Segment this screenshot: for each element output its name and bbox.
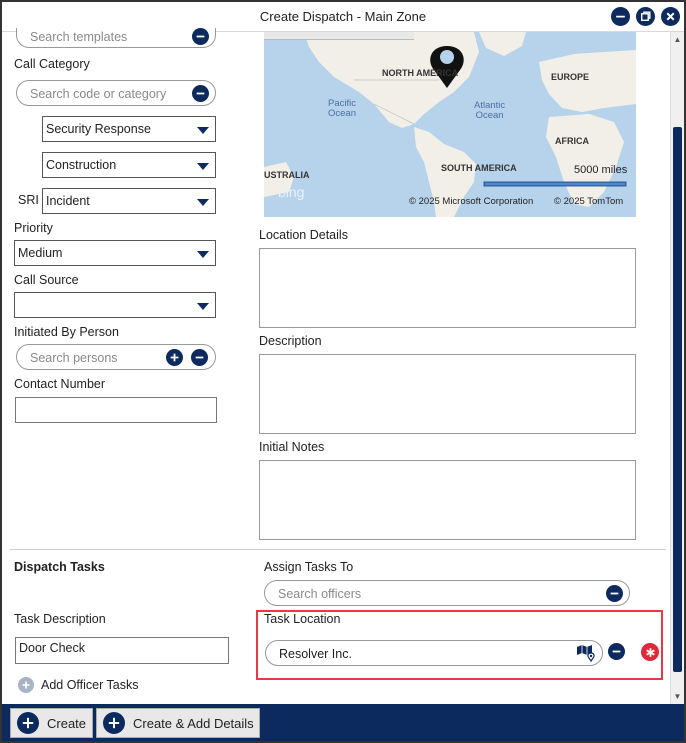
task-description-value: Door Check xyxy=(19,641,85,655)
search-persons-input[interactable]: Search persons xyxy=(16,344,216,370)
close-button[interactable] xyxy=(661,7,680,26)
map-label-australia: USTRALIA xyxy=(264,170,310,180)
call-source-label: Call Source xyxy=(14,273,79,287)
minus-icon xyxy=(196,35,205,38)
call-category-label: Call Category xyxy=(14,57,90,71)
create-button-label: Create xyxy=(47,715,87,731)
plus-icon xyxy=(170,353,179,362)
task-description-label: Task Description xyxy=(14,612,106,626)
bing-logo-text: bing xyxy=(278,184,305,200)
category-select-1[interactable]: Security Response xyxy=(42,116,216,142)
initial-notes-field[interactable] xyxy=(259,460,636,540)
location-details-label: Location Details xyxy=(259,228,348,242)
minimize-button[interactable] xyxy=(611,7,630,26)
contact-number-label: Contact Number xyxy=(14,377,106,391)
sri-label: SRI xyxy=(18,193,39,207)
minus-icon xyxy=(610,592,619,595)
priority-select[interactable]: Medium xyxy=(14,240,216,266)
map-label-africa: AFRICA xyxy=(555,136,589,146)
chevron-down-icon xyxy=(197,303,209,310)
priority-label: Priority xyxy=(14,221,53,235)
map-scale-label: 5000 miles xyxy=(574,164,628,176)
contact-number-field[interactable] xyxy=(15,397,217,423)
dispatch-tasks-title: Dispatch Tasks xyxy=(14,560,105,574)
chevron-down-icon xyxy=(197,199,209,206)
call-category-search-input[interactable]: Search code or category xyxy=(16,80,216,106)
required-icon xyxy=(641,643,659,661)
map-copyright-microsoft: © 2025 Microsoft Corporation xyxy=(409,196,534,207)
assign-tasks-label: Assign Tasks To xyxy=(264,560,354,574)
create-button[interactable]: Create xyxy=(10,708,93,738)
chevron-down-icon xyxy=(197,163,209,170)
category-select-2-value: Construction xyxy=(46,158,117,172)
task-description-field[interactable]: Door Check xyxy=(15,637,229,664)
minimize-icon xyxy=(616,15,625,18)
minus-icon xyxy=(196,92,205,95)
restore-button[interactable] xyxy=(636,7,655,26)
map-label-europe: EUROPE xyxy=(551,72,590,82)
search-persons-placeholder: Search persons xyxy=(30,351,118,365)
add-officer-tasks-link[interactable]: Add Officer Tasks xyxy=(18,677,139,693)
add-officer-tasks-label: Add Officer Tasks xyxy=(41,678,139,692)
search-officers-input[interactable]: Search officers xyxy=(264,580,630,606)
map-view[interactable]: NORTH AMERICA EUROPE Pacific Ocean Atlan… xyxy=(264,32,636,217)
section-divider xyxy=(10,549,666,550)
category-select-2[interactable]: Construction xyxy=(42,152,216,178)
remove-task-location-button[interactable] xyxy=(608,643,625,660)
close-icon xyxy=(666,12,675,21)
map-label-south-america: SOUTH AMERICA xyxy=(441,163,517,173)
create-add-details-label: Create & Add Details xyxy=(133,715,254,731)
map-toolbar-edge xyxy=(264,32,414,40)
plus-icon xyxy=(103,712,125,734)
create-add-details-button[interactable]: Create & Add Details xyxy=(96,708,260,738)
remove-template-button[interactable] xyxy=(192,28,209,45)
remove-category-button[interactable] xyxy=(192,85,209,102)
call-source-select[interactable] xyxy=(14,292,216,318)
scrollbar-thumb[interactable] xyxy=(673,127,682,672)
map-label-pacific: Pacific Ocean xyxy=(328,98,356,119)
remove-officer-button[interactable] xyxy=(606,585,623,602)
sri-value: Incident xyxy=(46,194,90,208)
add-person-button[interactable] xyxy=(166,349,183,366)
minus-icon xyxy=(612,650,621,653)
search-templates-input[interactable]: Search templates xyxy=(16,28,216,48)
task-location-value: Resolver Inc. xyxy=(279,647,352,661)
remove-person-button[interactable] xyxy=(191,349,208,366)
bing-logo: bing xyxy=(278,184,304,200)
scroll-up-icon[interactable]: ▲ xyxy=(673,35,682,44)
restore-icon xyxy=(641,11,651,21)
footer-bar: Create Create & Add Details xyxy=(2,704,684,741)
map-location-icon[interactable] xyxy=(576,644,596,663)
map-label-north-america: NORTH AMERICA xyxy=(382,68,459,78)
window-title: Create Dispatch - Main Zone xyxy=(259,9,427,24)
search-templates-placeholder: Search templates xyxy=(30,30,128,44)
search-officers-placeholder: Search officers xyxy=(278,587,362,601)
chevron-down-icon xyxy=(197,251,209,258)
sri-select[interactable]: Incident xyxy=(42,188,216,214)
task-location-label: Task Location xyxy=(264,612,341,626)
vertical-scrollbar[interactable]: ▲ ▼ xyxy=(670,32,684,704)
category-select-1-value: Security Response xyxy=(46,122,151,136)
initial-notes-label: Initial Notes xyxy=(259,440,325,454)
map-copyright-tomtom: © 2025 TomTom xyxy=(554,196,624,207)
plus-icon xyxy=(17,712,39,734)
chevron-down-icon xyxy=(197,127,209,134)
minus-icon xyxy=(195,356,204,359)
description-label: Description xyxy=(259,334,322,348)
description-field[interactable] xyxy=(259,354,636,434)
call-category-placeholder: Search code or category xyxy=(30,87,167,101)
task-location-input[interactable]: Resolver Inc. xyxy=(265,640,603,666)
plus-icon xyxy=(18,677,34,693)
map-label-atlantic: Atlantic Ocean xyxy=(474,100,506,121)
world-map xyxy=(264,32,636,217)
location-details-field[interactable] xyxy=(259,248,636,328)
scroll-down-icon[interactable]: ▼ xyxy=(673,692,682,701)
priority-value: Medium xyxy=(18,246,63,260)
create-dispatch-window: Create Dispatch - Main Zone Search templ… xyxy=(0,0,686,743)
initiated-by-label: Initiated By Person xyxy=(14,325,119,339)
